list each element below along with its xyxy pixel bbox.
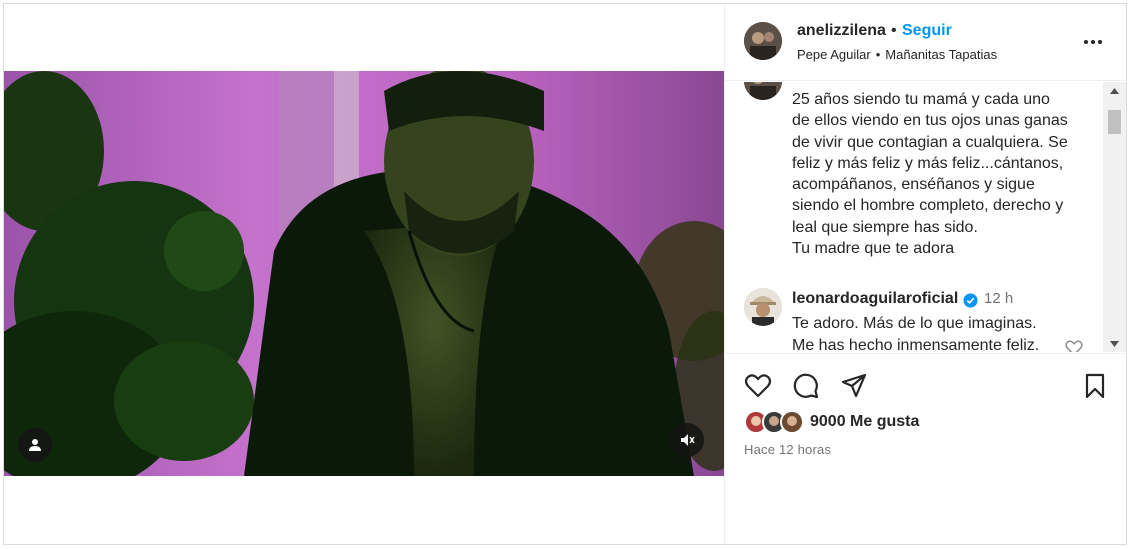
comment-time[interactable]: 12 h [984, 290, 1013, 307]
post-video[interactable] [4, 71, 724, 476]
avatar-image [744, 82, 782, 100]
post-header: anelizzilena • Seguir Pepe Aguilar • Mañ… [725, 4, 1127, 81]
comments-list: 25 años siendo tu mamá y cada uno de ell… [725, 82, 1127, 352]
avatar-image [744, 288, 782, 326]
media-panel [4, 4, 724, 544]
comment-like-heart-icon[interactable] [1064, 338, 1084, 352]
likes-count[interactable]: 9000 Me gusta [810, 413, 919, 431]
post-actions: 9000 Me gusta Hace 12 horas [725, 353, 1127, 543]
commenter-avatar[interactable] [744, 288, 782, 326]
liker-avatar [780, 410, 804, 434]
paper-plane-icon[interactable] [840, 372, 868, 400]
user-icon [29, 439, 41, 451]
audio-artist: Pepe Aguilar [797, 47, 871, 62]
muted-speaker-icon [681, 434, 695, 446]
verified-badge-icon [963, 293, 978, 308]
author-avatar[interactable] [744, 22, 782, 60]
commenter-username[interactable]: leonardoaguilaroficial [792, 290, 958, 308]
caption-author-avatar[interactable] [744, 82, 782, 100]
heart-icon[interactable] [744, 372, 772, 400]
video-frame [4, 71, 724, 476]
caption-text: 25 años siendo tu mamá y cada uno de ell… [792, 91, 1068, 258]
bookmark-icon[interactable] [1081, 372, 1109, 400]
post-timestamp[interactable]: Hace 12 horas [744, 442, 831, 457]
audio-separator: • [875, 47, 881, 62]
header-separator: • [891, 22, 897, 39]
follow-button[interactable]: Seguir [902, 22, 952, 40]
scroll-up-arrow-icon[interactable] [1103, 82, 1126, 99]
post-sidebar: anelizzilena • Seguir Pepe Aguilar • Mañ… [724, 4, 1127, 544]
comment-icon[interactable] [792, 372, 820, 400]
avatar-image [744, 22, 782, 60]
mute-button[interactable] [670, 423, 704, 457]
audio-link[interactable]: Pepe Aguilar • Mañanitas Tapatias [797, 47, 997, 62]
comments-scrollbar[interactable] [1103, 82, 1126, 352]
post-modal: anelizzilena • Seguir Pepe Aguilar • Mañ… [3, 3, 1127, 545]
scroll-thumb[interactable] [1108, 110, 1121, 134]
tagged-users-button[interactable] [18, 428, 52, 462]
author-username[interactable]: anelizzilena [797, 22, 886, 40]
likes-summary: 9000 Me gusta [744, 410, 919, 434]
audio-track: Mañanitas Tapatias [885, 47, 998, 62]
comment-text: Te adoro. Más de lo que imaginas. Me has… [792, 315, 1040, 352]
more-options-icon[interactable] [1081, 32, 1105, 52]
scroll-down-arrow-icon[interactable] [1103, 335, 1126, 352]
